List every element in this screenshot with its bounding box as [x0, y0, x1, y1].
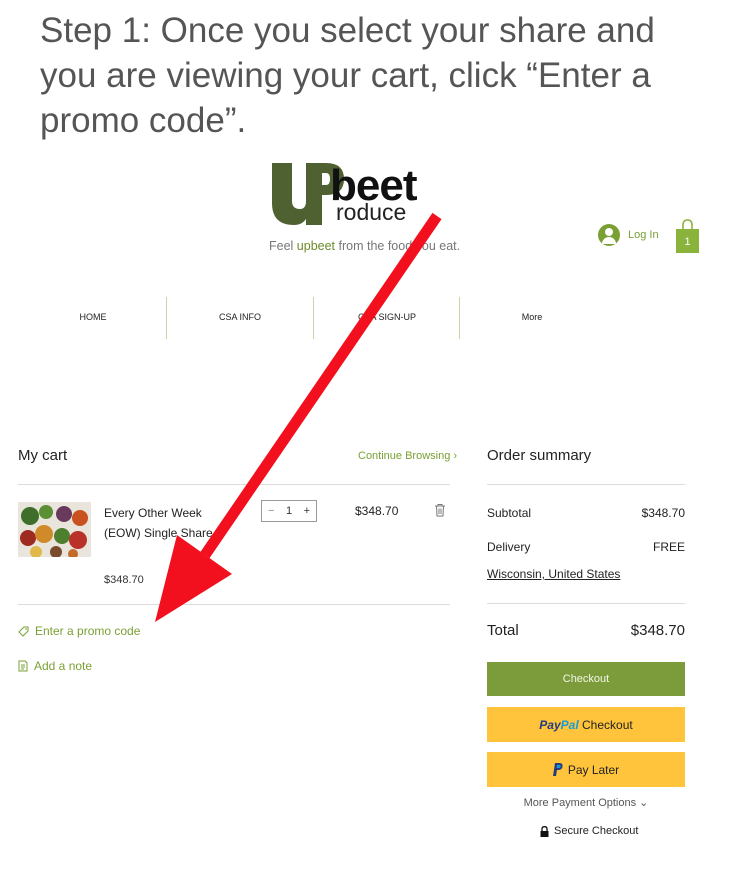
- nav-home[interactable]: HOME: [20, 312, 166, 322]
- tag-icon: [18, 626, 29, 637]
- subtotal-value: $348.70: [641, 506, 685, 520]
- increment-button[interactable]: +: [304, 505, 310, 517]
- cart-title: My cart: [18, 447, 68, 464]
- tagline-start: Feel: [269, 239, 297, 253]
- line-total: $348.70: [355, 504, 399, 518]
- paypal-checkout-label: Checkout: [578, 717, 633, 732]
- secure-checkout: Secure Checkout: [540, 825, 638, 837]
- add-note-link[interactable]: Add a note: [18, 659, 92, 673]
- divider: [18, 484, 450, 485]
- note-icon: [18, 660, 28, 672]
- quantity-value[interactable]: 1: [286, 505, 292, 517]
- instruction-text: Step 1: Once you select your share and y…: [40, 11, 655, 140]
- quantity-stepper[interactable]: − 1 +: [261, 500, 317, 522]
- total-value: $348.70: [630, 622, 685, 639]
- login-button[interactable]: Log In: [598, 224, 659, 246]
- checkout-button[interactable]: Checkout: [487, 662, 685, 696]
- logo-roduce-text: roduce: [336, 199, 407, 225]
- divider: [487, 603, 685, 604]
- promo-code-link[interactable]: Enter a promo code: [18, 624, 140, 638]
- decrement-button[interactable]: −: [268, 505, 274, 517]
- tagline: Feel upbeet from the food you eat.: [269, 239, 460, 253]
- trash-icon[interactable]: [434, 503, 446, 517]
- nav-csa-signup[interactable]: CSA SIGN-UP: [314, 312, 460, 322]
- lock-icon: [540, 825, 549, 837]
- delivery-label: Delivery: [487, 540, 531, 554]
- login-label: Log In: [628, 229, 659, 241]
- divider: [487, 484, 685, 485]
- promo-code-label: Enter a promo code: [35, 624, 141, 638]
- product-image: [18, 502, 91, 557]
- paypal-logo-pay: Pay: [539, 717, 561, 732]
- continue-browsing-link[interactable]: Continue Browsing ›: [358, 450, 457, 462]
- divider: [18, 604, 450, 605]
- tagline-end: from the food you eat.: [335, 239, 461, 253]
- nav-more[interactable]: More: [459, 312, 605, 322]
- user-avatar-icon: [598, 224, 620, 246]
- order-summary-title: Order summary: [487, 447, 592, 464]
- paypal-checkout-button[interactable]: Pay Pal Checkout: [487, 707, 685, 742]
- secure-checkout-label: Secure Checkout: [554, 825, 639, 837]
- cart-bag-icon[interactable]: 1: [676, 219, 699, 253]
- product-unit-price: $348.70: [104, 574, 144, 586]
- pay-later-label: Pay Later: [567, 762, 620, 777]
- subtotal-label: Subtotal: [487, 506, 532, 520]
- delivery-location-link[interactable]: Wisconsin, United States: [487, 567, 620, 581]
- product-name[interactable]: Every Other Week (EOW) Single Share: [104, 503, 214, 543]
- add-note-label: Add a note: [34, 659, 93, 673]
- paypal-logo-pal: Pal: [560, 717, 579, 732]
- nav-csa-info[interactable]: CSA INFO: [167, 312, 313, 322]
- pay-later-button[interactable]: Pay Later: [487, 752, 685, 787]
- tagline-brand: upbeet: [296, 239, 336, 253]
- delivery-value: FREE: [652, 540, 685, 554]
- paypal-p-icon: [552, 763, 563, 776]
- cart-count: 1: [684, 236, 690, 248]
- more-payment-options[interactable]: More Payment Options ⌄: [487, 796, 685, 809]
- total-label: Total: [487, 622, 519, 639]
